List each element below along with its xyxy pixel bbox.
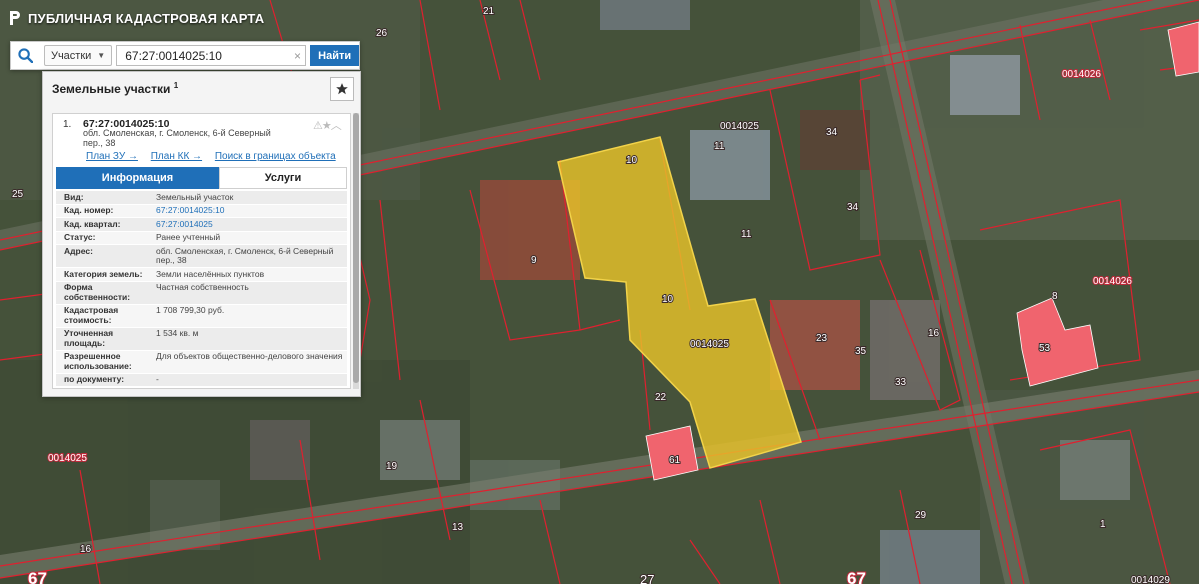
search-icon[interactable] <box>11 42 40 69</box>
label-67-left: 67 <box>28 569 47 584</box>
search-type-select[interactable]: Участки ▼ <box>43 45 113 66</box>
property-row: по документу: - <box>56 373 347 387</box>
property-key: Адрес: <box>64 245 93 256</box>
label-quarter-0014025-top: 0014025 <box>720 121 759 132</box>
results-panel: Земельные участки 1 1. 67:27:0014025:10 … <box>42 71 361 397</box>
property-row: Уточненная площадь: 1 534 кв. м <box>56 327 347 351</box>
label-34-mid: 34 <box>847 202 859 213</box>
label-11-top: 11 <box>714 141 725 152</box>
search-type-label: Участки <box>50 49 92 62</box>
property-row: Разрешенное использование: Для объектов о… <box>56 350 347 374</box>
chevron-up-icon[interactable]: ︿ <box>331 120 342 132</box>
label-quarter-0014025-left: 0014025 <box>48 453 87 464</box>
label-22: 22 <box>655 392 667 403</box>
label-53: 53 <box>1039 343 1051 354</box>
property-key: Кад. номер: <box>64 205 114 215</box>
link-plan-kk[interactable]: План КК → <box>151 151 202 162</box>
label-9: 9 <box>531 255 537 266</box>
label-29: 29 <box>915 510 927 521</box>
label-13: 13 <box>452 522 464 533</box>
label-23: 23 <box>816 333 828 344</box>
clear-icon[interactable]: × <box>294 49 301 63</box>
label-25: 25 <box>12 189 24 200</box>
tab-services[interactable]: Услуги <box>219 167 347 189</box>
property-value: Земельный участок <box>156 191 234 202</box>
label-26: 26 <box>376 28 388 39</box>
property-key: Кад. квартал: <box>64 218 121 229</box>
label-quarter-0014026-mid: 0014026 <box>1093 276 1132 287</box>
results-scrollbar[interactable] <box>353 113 359 389</box>
label-quarter-0014029: 0014029 <box>1131 575 1170 584</box>
property-row: Кад. номер: 67:27:0014025:10 <box>56 204 347 218</box>
property-value: 1 708 799,30 руб. <box>156 305 225 315</box>
label-21: 21 <box>483 6 495 17</box>
app-title: ПУБЛИЧНАЯ КАДАСТРОВАЯ КАРТА <box>28 10 265 26</box>
chevron-down-icon: ▼ <box>97 51 106 60</box>
find-button[interactable]: Найти <box>310 45 359 66</box>
property-value: Для объектов общественно-делового значен… <box>156 351 343 361</box>
scrollbar-thumb[interactable] <box>353 113 359 383</box>
property-key: Категория земель: <box>64 268 143 279</box>
label-16-right: 16 <box>928 328 940 339</box>
label-67-right: 67 <box>847 569 866 584</box>
label-10-mid: 10 <box>662 294 674 305</box>
warning-icon[interactable]: ⚠ <box>313 120 323 132</box>
property-row: Категория земель: Земли населённых пункто… <box>56 268 347 282</box>
result-tabs: Информация Услуги <box>56 167 347 189</box>
label-61: 61 <box>669 455 681 466</box>
label-quarter-0014025-center: 0014025 <box>690 339 729 350</box>
parcel-61[interactable] <box>645 425 699 481</box>
property-value: Земли населённых пунктов <box>156 268 265 279</box>
property-key: Форма собственности: <box>64 282 131 302</box>
result-address: обл. Смоленская, г. Смоленск, 6-й Северн… <box>83 128 271 148</box>
logo-icon <box>10 11 20 25</box>
property-row: Статус: Ранее учтенный <box>56 231 347 245</box>
property-value[interactable]: 67:27:0014025 <box>152 218 347 231</box>
property-row: Кадастровая стоимость: 1 708 799,30 руб. <box>56 304 347 328</box>
result-index: 1. <box>63 119 72 130</box>
property-value: 1 534 кв. м <box>156 328 199 338</box>
result-tools: ⚠★︿ <box>313 117 342 133</box>
tab-info[interactable]: Информация <box>56 167 219 189</box>
property-value: Частная собственность <box>156 282 249 292</box>
label-10-top: 10 <box>626 155 638 166</box>
star-outline-icon[interactable]: ★ <box>322 120 332 132</box>
property-row: Кад. квартал: 67:27:0014025 <box>56 218 347 232</box>
property-row: Форма собственности: Частная собственност… <box>56 281 347 305</box>
property-key: Вид: <box>64 191 84 202</box>
label-33: 33 <box>895 377 907 388</box>
property-key: Статус: <box>64 232 96 242</box>
results-count: 1 <box>173 81 179 90</box>
label-1: 1 <box>1100 519 1106 530</box>
property-key: Разрешенное использование: <box>64 351 132 371</box>
favorite-button[interactable] <box>330 77 354 101</box>
label-16-left: 16 <box>80 544 92 555</box>
label-8: 8 <box>1052 291 1058 302</box>
panel-title: Земельные участки 1 <box>52 81 178 96</box>
star-icon <box>336 83 348 95</box>
property-row: Вид: Земельный участок <box>56 191 347 205</box>
property-key: Уточненная площадь: <box>64 328 114 348</box>
link-plan-zu[interactable]: План ЗУ → <box>86 151 138 162</box>
property-row: Адрес: обл. Смоленская, г. Смоленск, 6-й … <box>56 245 347 268</box>
panel-title-text: Земельные участки <box>52 82 171 96</box>
property-value: обл. Смоленская, г. Смоленск, 6-й Северн… <box>156 245 334 265</box>
property-value[interactable]: 67:27:0014025:10 <box>152 205 347 218</box>
result-card: 1. 67:27:0014025:10 обл. Смоленская, г. … <box>52 113 351 389</box>
property-key: Кадастровая стоимость: <box>64 305 119 325</box>
label-19: 19 <box>386 461 398 472</box>
property-value: - <box>156 374 159 384</box>
label-quarter-0014026-top: 0014026 <box>1062 69 1101 80</box>
label-35: 35 <box>855 346 867 357</box>
app-header: ПУБЛИЧНАЯ КАДАСТРОВАЯ КАРТА <box>0 0 264 36</box>
search-bar: Участки ▼ × Найти <box>10 41 360 70</box>
label-11-mid: 11 <box>741 229 752 240</box>
search-input[interactable] <box>116 45 307 66</box>
properties-table: Вид: Земельный участок Кад. номер: 67:27:00… <box>56 191 347 387</box>
label-34-top: 34 <box>826 127 838 138</box>
property-key: по документу: <box>64 374 125 384</box>
label-27: 27 <box>640 572 654 584</box>
property-value: Ранее учтенный <box>156 232 221 242</box>
